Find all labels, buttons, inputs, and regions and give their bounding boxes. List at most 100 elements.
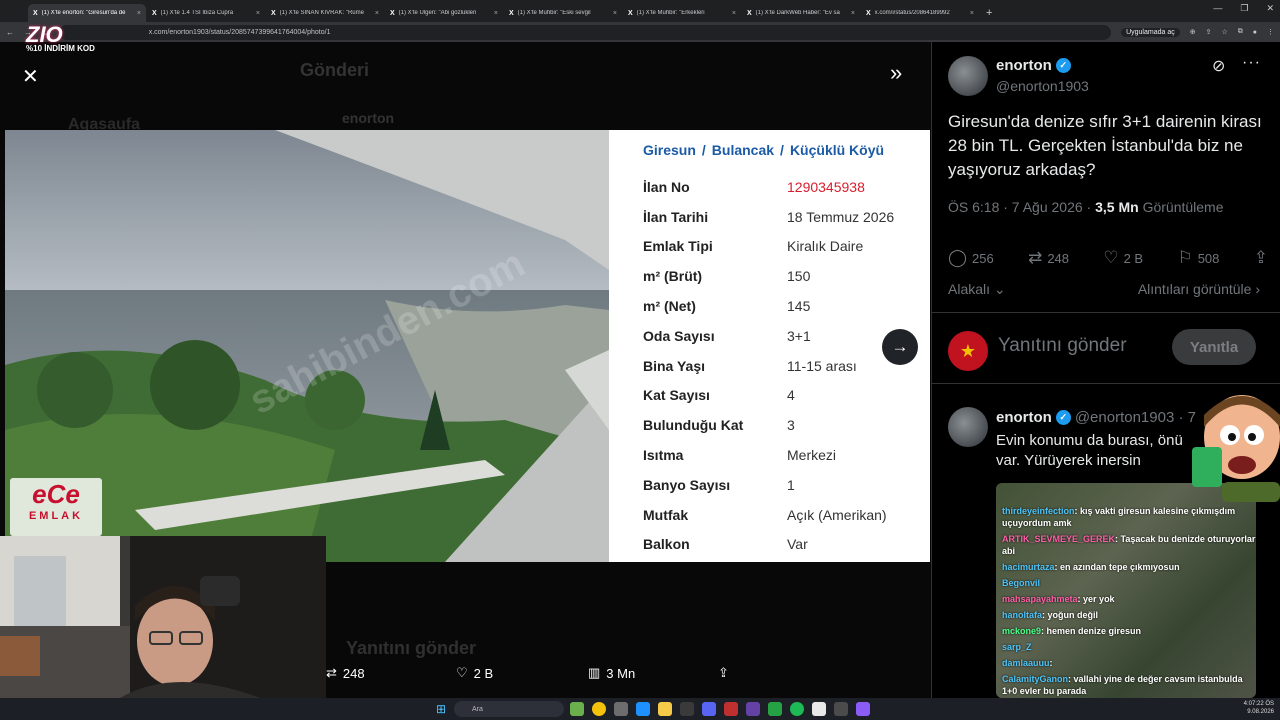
edge-icon[interactable]	[636, 702, 650, 716]
chat-username[interactable]: hanoltafa	[1002, 610, 1042, 620]
expand-sidebar-button[interactable]: »	[890, 60, 902, 86]
more-options-icon[interactable]: ···	[1242, 54, 1261, 72]
open-in-app-button[interactable]: Uygulamada aç	[1121, 27, 1180, 37]
zoom-icon[interactable]: ⊕	[1190, 28, 1196, 36]
taskbar-app-icon[interactable]	[724, 702, 738, 716]
listing-field-value: 11-15 arası	[787, 357, 857, 374]
close-viewer-button[interactable]: ✕	[22, 64, 39, 89]
chevron-down-icon: ⌄	[993, 281, 1006, 297]
avatar[interactable]	[948, 56, 988, 96]
reply-author[interactable]: enorton ✓ @enorton1903 · 7	[996, 409, 1196, 426]
chat-message: CalamityGanon: vallahi yine de değer cav…	[1002, 673, 1256, 697]
chat-username[interactable]: hacimurtaza	[1002, 562, 1055, 572]
retweet-count: 248	[342, 665, 365, 681]
browser-tab[interactable]: X (1) X'te SINAN KIVRAK: "Rüme ×	[266, 4, 384, 22]
close-icon[interactable]: ×	[137, 10, 141, 17]
bookmark-count: 508	[1197, 250, 1220, 266]
close-icon[interactable]: ×	[494, 10, 498, 17]
chat-username[interactable]: Begonvil	[1002, 578, 1040, 588]
menu-icon[interactable]: ⋮	[1267, 28, 1274, 36]
url-field[interactable]: x.com/enorton1903/status/208574739964176…	[58, 24, 1112, 40]
bookmark-button[interactable]: ⚐ 508	[1177, 248, 1219, 268]
taskbar-clock[interactable]: 4:07:22 ÖS 9.08.2026	[1244, 700, 1274, 716]
close-icon[interactable]: ×	[613, 10, 617, 17]
taskbar-app-icon[interactable]	[834, 702, 848, 716]
x-logo-icon: X	[628, 9, 633, 17]
taskbar-app-icon[interactable]	[812, 702, 826, 716]
browser-tab[interactable]: X (1) X'te Ülgen: "Abi gözlükleri ×	[385, 4, 503, 22]
browser-tab[interactable]: X (1) X'te Muhbir: "Eski sevgil ×	[504, 4, 622, 22]
listing-photo[interactable]: sahibinden.com eCe EMLAK Giresun / Bulanca…	[5, 130, 930, 562]
chat-username[interactable]: mckone9	[1002, 626, 1041, 636]
browser-tab[interactable]: X (1) X'te 1.4 TSI Ibiza Cupra ×	[147, 4, 265, 22]
share-button[interactable]: ⇪	[718, 665, 729, 681]
listing-row: Kat Sayısı 4	[643, 381, 930, 411]
taskbar-app-icon[interactable]	[768, 702, 782, 716]
maximize-icon[interactable]: ❐	[1240, 3, 1248, 14]
browser-tab[interactable]: Xx.com/i/status/20864189992 ×	[861, 4, 979, 22]
close-icon[interactable]: ×	[851, 10, 855, 17]
taskbar-app-icon[interactable]	[746, 702, 760, 716]
author-handle[interactable]: @enorton1903	[996, 78, 1089, 94]
chat-username[interactable]: thirdeyeinfection	[1002, 506, 1075, 516]
my-avatar[interactable]: ★	[948, 331, 988, 371]
like-button[interactable]: ♡ 2 B	[1103, 248, 1143, 268]
chat-username[interactable]: mahsapayahmeta	[1002, 594, 1078, 604]
tweet-timestamp[interactable]: ÖS 6:18 · 7 Ağu 2026 ·	[948, 199, 1095, 215]
listing-field-label: m² (Net)	[643, 298, 696, 315]
share-icon[interactable]: ⇪	[1206, 28, 1212, 36]
profile-icon[interactable]: ●	[1253, 29, 1257, 36]
close-icon[interactable]: ×	[732, 10, 736, 17]
browser-tab[interactable]: X (1) X'te DarkWeb Haber: "Ev sa ×	[742, 4, 860, 22]
avatar[interactable]	[948, 407, 988, 447]
reply-button[interactable]: ◯ 256	[948, 248, 994, 268]
browser-tab[interactable]: X (1) X'te enorton: "Giresun'da de ×	[28, 4, 146, 22]
taskbar-app-icon[interactable]	[570, 702, 584, 716]
browser-tab[interactable]: X (1) X'te Muhbir: "Erkekleri ×	[623, 4, 741, 22]
next-photo-button[interactable]: →	[882, 329, 918, 365]
reply-input[interactable]: Yanıtını gönder	[998, 335, 1127, 357]
minimize-icon[interactable]: —	[1213, 3, 1222, 14]
taskbar-app-icon[interactable]	[614, 702, 628, 716]
taskbar-app-icon[interactable]	[680, 702, 694, 716]
share-button[interactable]: ⇪	[1254, 248, 1268, 268]
discord-icon[interactable]	[702, 702, 716, 716]
listing-row: Banyo Sayısı 1	[643, 470, 930, 500]
windows-start-icon[interactable]: ⊞	[436, 702, 446, 716]
close-icon[interactable]: ×	[375, 10, 379, 17]
chat-message: thirdeyeinfection: kış vakti giresun kal…	[1002, 505, 1256, 529]
views-button[interactable]: ▥ 3 Mn	[588, 665, 635, 681]
bookmark-star-icon[interactable]: ☆	[1221, 28, 1227, 36]
taskbar-search[interactable]: Ara	[454, 701, 564, 717]
listing-row: Mutfak Açık (Amerikan)	[643, 500, 930, 530]
listing-row: Emlak Tipi Kiralık Daire	[643, 232, 930, 262]
new-tab-button[interactable]: +	[980, 7, 998, 22]
close-icon[interactable]: ×	[970, 10, 974, 17]
close-icon[interactable]: ×	[256, 10, 260, 17]
reply-submit-button[interactable]: Yanıtla	[1172, 329, 1256, 365]
window-close-icon[interactable]: ✕	[1266, 3, 1274, 14]
verified-badge-icon: ✓	[1055, 58, 1071, 73]
chat-username[interactable]: sarp_Z	[1002, 642, 1032, 652]
chrome-icon[interactable]	[592, 702, 606, 716]
chat-message: ARTIK_SEVMEYE_GEREK: Taşacak bu denizde …	[1002, 533, 1256, 557]
taskbar-app-icon[interactable]	[856, 702, 870, 716]
spotify-icon[interactable]	[790, 702, 804, 716]
author-name[interactable]: enorton ✓	[996, 57, 1071, 74]
share-icon: ⇪	[718, 665, 729, 680]
chat-username[interactable]: CalamityGanon	[1002, 674, 1068, 684]
sort-relevant-dropdown[interactable]: Alakalı ⌄	[948, 281, 1006, 298]
background-reply-prompt: Yanıtını gönder	[346, 638, 477, 658]
retweet-button[interactable]: ⇄ 248	[326, 665, 365, 681]
extensions-icon[interactable]: ⧉	[1238, 28, 1243, 36]
back-icon[interactable]: ←	[6, 28, 14, 37]
grok-icon[interactable]: ⊘	[1212, 56, 1225, 76]
listing-row: m² (Brüt) 150	[643, 261, 930, 291]
chat-username[interactable]: ARTIK_SEVMEYE_GEREK	[1002, 534, 1115, 544]
retweet-button[interactable]: ⇄ 248	[1028, 248, 1069, 268]
like-button[interactable]: ♡ 2 B	[456, 665, 493, 681]
folder-icon[interactable]	[658, 702, 672, 716]
breadcrumb: Giresun / Bulancak / Küçüklü Köyü	[643, 142, 885, 158]
view-quotes-link[interactable]: Alıntıları görüntüle ›	[1138, 281, 1260, 297]
chat-username[interactable]: damlaauuu	[1002, 658, 1050, 668]
